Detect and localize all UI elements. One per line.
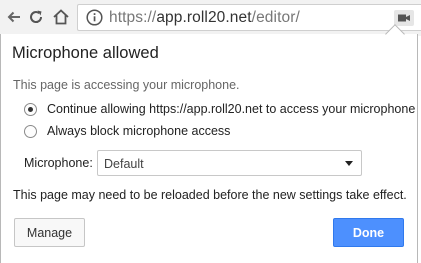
caret-down-icon <box>345 161 353 166</box>
back-arrow-icon <box>7 11 20 23</box>
reload-button[interactable] <box>24 5 48 29</box>
bubble-title: Microphone allowed <box>12 44 159 62</box>
done-button[interactable]: Done <box>333 218 404 247</box>
camera-blocked-icon[interactable] <box>394 10 414 26</box>
radio-checked[interactable] <box>24 102 37 116</box>
microphone-label: Microphone: <box>24 156 93 170</box>
home-button[interactable] <box>49 5 73 29</box>
option-label: Continue allowing https://app.roll20.net… <box>47 102 416 116</box>
url-text: https://app.roll20.net/editor/ <box>109 9 300 26</box>
browser-toolbar: https://app.roll20.net/editor/ <box>0 0 421 36</box>
home-icon <box>53 9 69 25</box>
radio-unchecked[interactable] <box>24 124 37 138</box>
address-bar[interactable]: https://app.roll20.net/editor/ <box>77 4 421 31</box>
info-icon[interactable] <box>86 9 103 26</box>
microphone-select[interactable]: Default <box>97 150 362 176</box>
option-label: Always block microphone access <box>47 124 231 138</box>
bubble-subtitle: This page is accessing your microphone. <box>13 78 240 92</box>
option-continue-allowing[interactable]: Continue allowing https://app.roll20.net… <box>24 100 415 118</box>
option-always-block[interactable]: Always block microphone access <box>24 122 230 140</box>
back-button[interactable] <box>2 5 26 29</box>
manage-button[interactable]: Manage <box>14 218 85 247</box>
reload-icon <box>30 10 43 23</box>
microphone-select-value: Default <box>104 157 144 171</box>
reload-note: This page may need to be reloaded before… <box>13 188 407 202</box>
